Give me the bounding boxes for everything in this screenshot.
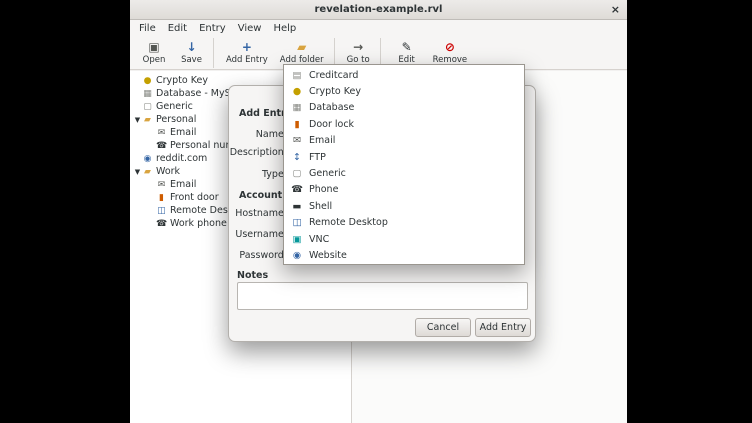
hostname-field-label: Hostname: (229, 208, 287, 219)
username-field-label: Username: (229, 229, 287, 240)
tree-item-label: Generic (156, 101, 193, 112)
name-field-label: Name: (229, 129, 287, 140)
toolbar-button-label: Open (143, 55, 166, 65)
database-icon: ▦ (142, 89, 153, 99)
vnc-icon: ▣ (291, 234, 303, 245)
type-option-database[interactable]: ▦ Database (284, 100, 524, 116)
type-option-label: Database (309, 102, 354, 113)
door-lock-icon: ▮ (156, 193, 167, 203)
tree-item-label: Work (156, 166, 180, 177)
remote-desktop-icon: ◫ (291, 217, 303, 228)
add-entry-confirm-button[interactable]: Add Entry (475, 318, 531, 337)
creditcard-icon: ▤ (291, 70, 303, 81)
ftp-icon: ↕ (291, 152, 303, 163)
type-option-remote-desktop[interactable]: ◫ Remote Desktop (284, 215, 524, 231)
phone-icon: ☎ (156, 219, 167, 229)
type-option-label: Generic (309, 168, 346, 179)
add-folder-icon: ▰ (297, 41, 306, 54)
expander-icon[interactable]: ▼ (133, 116, 142, 124)
type-option-email[interactable]: ✉ Email (284, 133, 524, 149)
type-option-label: VNC (309, 234, 329, 245)
type-option-label: Shell (309, 201, 332, 212)
add-entry-button[interactable]: + Add Entry (220, 38, 274, 68)
app-window: revelation-example.rvl × File Edit Entry… (130, 0, 627, 423)
remove-icon: ⊘ (445, 41, 455, 54)
toolbar-button-label: Add Entry (226, 55, 268, 65)
type-dropdown-popup: ▤ Creditcard ● Crypto Key ▦ Database ▮ D… (283, 64, 525, 265)
key-icon: ● (291, 86, 303, 97)
type-option-label: Phone (309, 184, 338, 195)
tree-item-label: Email (170, 127, 196, 138)
type-option-shell[interactable]: ▬ Shell (284, 198, 524, 214)
menubar: File Edit Entry View Help (130, 20, 627, 37)
desktop-background: revelation-example.rvl × File Edit Entry… (0, 0, 752, 423)
menu-item-file[interactable]: File (133, 21, 162, 36)
cancel-button[interactable]: Cancel (415, 318, 471, 337)
phone-icon: ☎ (156, 141, 167, 151)
menu-item-entry[interactable]: Entry (193, 21, 232, 36)
remote-desktop-icon: ◫ (156, 206, 167, 216)
email-icon: ✉ (156, 128, 167, 138)
type-option-label: FTP (309, 152, 326, 163)
window-title: revelation-example.rvl (315, 4, 443, 15)
toolbar-button-label: Save (181, 55, 202, 65)
email-icon: ✉ (156, 180, 167, 190)
type-option-label: Creditcard (309, 70, 358, 81)
type-option-door-lock[interactable]: ▮ Door lock (284, 116, 524, 132)
type-option-crypto-key[interactable]: ● Crypto Key (284, 83, 524, 99)
titlebar[interactable]: revelation-example.rvl × (130, 0, 627, 20)
type-option-label: Door lock (309, 119, 354, 130)
edit-icon: ✎ (402, 41, 412, 54)
tree-item-label: reddit.com (156, 153, 207, 164)
database-icon: ▦ (291, 102, 303, 113)
expander-icon[interactable]: ▼ (133, 168, 142, 176)
type-field-label: Type: (229, 169, 287, 180)
type-option-label: Remote Desktop (309, 217, 388, 228)
shell-icon: ▬ (291, 201, 303, 212)
notes-input[interactable] (237, 282, 528, 310)
menu-item-edit[interactable]: Edit (162, 21, 193, 36)
door-lock-icon: ▮ (291, 119, 303, 130)
email-icon: ✉ (291, 135, 303, 146)
tree-item-label: Crypto Key (156, 75, 208, 86)
open-button[interactable]: ▣ Open (134, 38, 174, 68)
type-option-ftp[interactable]: ↕ FTP (284, 149, 524, 165)
notes-section-title: Notes (237, 270, 268, 281)
website-icon: ◉ (291, 250, 303, 261)
description-field-label: Description: (229, 147, 287, 158)
tree-item-label: Personal (156, 114, 196, 125)
generic-icon: ▢ (291, 168, 303, 179)
generic-icon: ▢ (142, 102, 153, 112)
tree-item-label: Work phone (170, 218, 227, 229)
menu-item-help[interactable]: Help (267, 21, 302, 36)
folder-icon: ▰ (142, 115, 153, 125)
open-icon: ▣ (148, 41, 159, 54)
go-to-icon: → (353, 41, 363, 54)
website-icon: ◉ (142, 154, 153, 164)
folder-icon: ▰ (142, 167, 153, 177)
type-option-label: Email (309, 135, 335, 146)
save-button[interactable]: ↓ Save (174, 38, 214, 68)
save-icon: ↓ (186, 41, 196, 54)
type-option-generic[interactable]: ▢ Generic (284, 165, 524, 181)
type-option-creditcard[interactable]: ▤ Creditcard (284, 67, 524, 83)
tree-item-label: Email (170, 179, 196, 190)
type-option-label: Crypto Key (309, 86, 361, 97)
tree-item-label: Front door (170, 192, 219, 203)
menu-item-view[interactable]: View (232, 21, 268, 36)
close-icon[interactable]: × (611, 3, 620, 16)
type-option-vnc[interactable]: ▣ VNC (284, 231, 524, 247)
type-option-phone[interactable]: ☎ Phone (284, 182, 524, 198)
key-icon: ● (142, 76, 153, 86)
phone-icon: ☎ (291, 184, 303, 195)
password-field-label: Password: (229, 250, 287, 261)
type-option-label: Website (309, 250, 347, 261)
add-entry-icon: + (242, 41, 252, 54)
type-option-website[interactable]: ◉ Website (284, 247, 524, 263)
